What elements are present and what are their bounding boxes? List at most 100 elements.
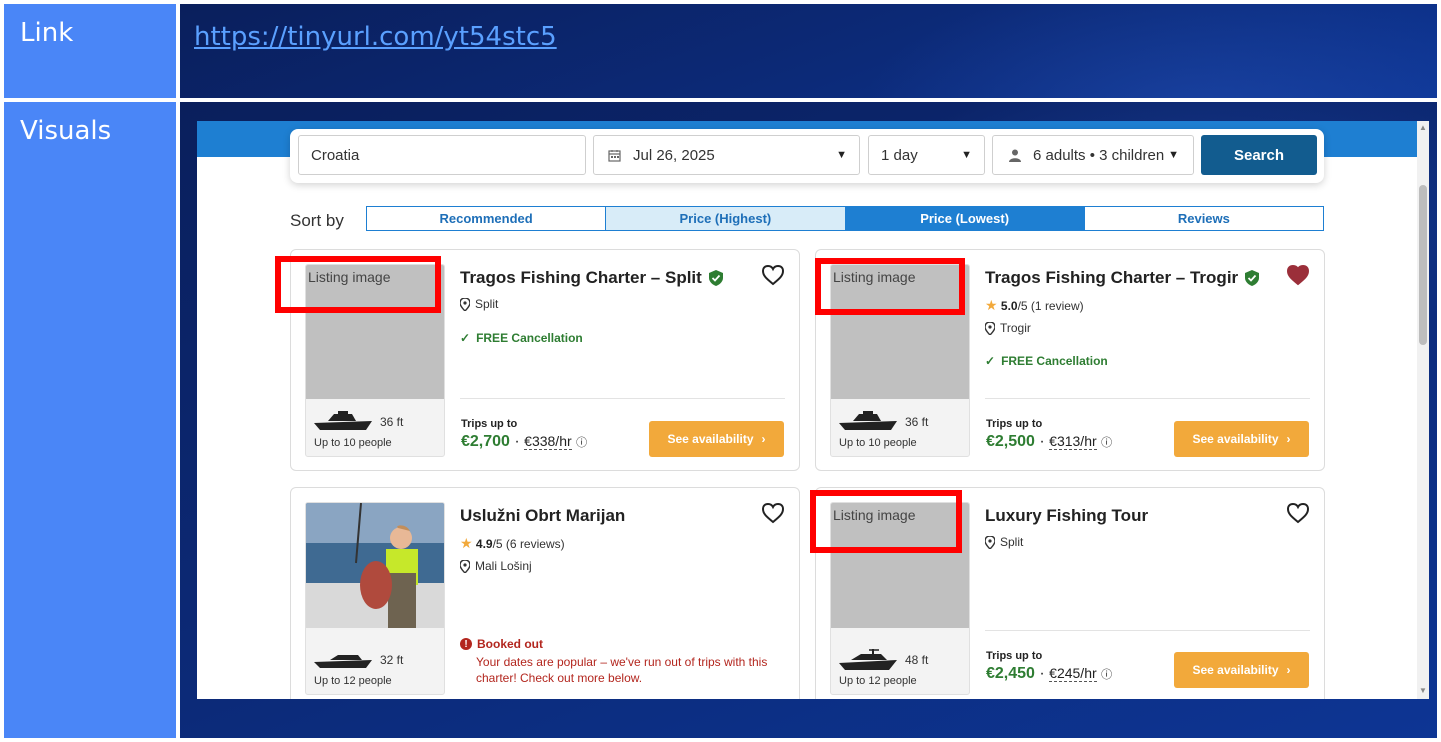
see-availability-button[interactable]: See availability ›: [649, 421, 784, 457]
heart-outline-icon[interactable]: [761, 502, 785, 524]
highlight-box: [275, 256, 441, 313]
boat-icon: [314, 655, 372, 668]
cta-label: See availability: [1192, 432, 1279, 446]
search-button[interactable]: Search: [1201, 135, 1317, 175]
listing-rating: ★ 4.9/5 (6 reviews): [460, 535, 565, 552]
listing-location: Split: [985, 535, 1023, 549]
price-total: €2,500: [986, 433, 1035, 450]
boat-icon: [314, 411, 372, 430]
location-pin-icon: [460, 297, 470, 311]
visuals-label-cell: Visuals: [4, 102, 176, 738]
check-icon: ✓: [985, 354, 996, 368]
chevron-down-icon: ▼: [961, 149, 972, 161]
price-total: €2,450: [986, 665, 1035, 682]
listing-title[interactable]: Tragos Fishing Charter – Trogir: [985, 268, 1260, 288]
embedded-screenshot: Croatia Jul 26, 2025 ▼ 1 day ▼ 6 adults …: [197, 121, 1417, 699]
chevron-down-icon: ▼: [836, 149, 847, 161]
chevron-right-icon: ›: [1286, 663, 1291, 677]
price-line: €2,700 · €338/hr ⓘ: [461, 433, 587, 451]
info-icon[interactable]: ⓘ: [1101, 669, 1112, 681]
duration-select[interactable]: 1 day ▼: [868, 135, 985, 175]
location-text: Mali Lošinj: [475, 559, 532, 573]
boat-capacity: Up to 10 people: [314, 437, 392, 449]
rating-value: 5.0: [1000, 299, 1018, 313]
divider: [985, 398, 1310, 399]
see-availability-button[interactable]: See availability ›: [1174, 652, 1309, 688]
listing-location: Trogir: [985, 321, 1031, 335]
check-icon: ✓: [460, 331, 471, 345]
guests-select[interactable]: 6 adults • 3 children ▼: [992, 135, 1194, 175]
slide: Link https://tinyurl.com/yt54stc5 Visual…: [0, 0, 1441, 742]
listing-thumbnail[interactable]: 32 ft Up to 12 people: [305, 502, 445, 695]
link-label: Link: [20, 18, 74, 48]
heart-outline-icon[interactable]: [1286, 502, 1310, 524]
cta-label: See availability: [1192, 663, 1279, 677]
boat-length: 48 ft: [905, 653, 929, 667]
sort-price-highest[interactable]: Price (Highest): [606, 207, 846, 230]
see-availability-button[interactable]: See availability ›: [1174, 421, 1309, 457]
yacht-icon: [839, 649, 897, 670]
destination-value: Croatia: [311, 146, 360, 164]
sort-price-lowest[interactable]: Price (Lowest): [845, 207, 1085, 230]
listing-location: Split: [460, 297, 498, 311]
date-value: Jul 26, 2025: [633, 146, 715, 164]
fisher-photo: [306, 503, 444, 628]
price-total: €2,700: [461, 433, 510, 450]
booked-out-status: ! Booked out: [460, 637, 543, 651]
listing-title[interactable]: Tragos Fishing Charter – Split: [460, 268, 724, 288]
scroll-thumb[interactable]: [1419, 185, 1427, 345]
location-text: Trogir: [1000, 321, 1031, 335]
verified-shield-icon: [1245, 270, 1260, 286]
listing-title-text: Tragos Fishing Charter – Trogir: [985, 268, 1239, 287]
location-pin-icon: [985, 535, 995, 549]
link-label-cell: Link: [4, 4, 176, 98]
boat-length: 32 ft: [380, 653, 404, 667]
heart-filled-icon[interactable]: [1286, 264, 1310, 286]
info-icon[interactable]: ⓘ: [1101, 437, 1112, 449]
chevron-down-icon: ▼: [1168, 149, 1179, 161]
listing-title[interactable]: Luxury Fishing Tour: [985, 506, 1148, 526]
destination-input[interactable]: Croatia: [298, 135, 586, 175]
boat-length: 36 ft: [380, 415, 404, 429]
cta-label: See availability: [667, 432, 754, 446]
rating-count: /5 (1 review): [1017, 299, 1084, 313]
sort-by-label: Sort by: [290, 211, 344, 230]
verified-shield-icon: [708, 270, 723, 286]
rating-count: /5 (6 reviews): [492, 537, 565, 551]
calendar-icon: [608, 149, 621, 162]
highlight-box: [810, 490, 962, 553]
boat-capacity: Up to 12 people: [839, 675, 917, 687]
listing-title-text: Luxury Fishing Tour: [985, 506, 1149, 525]
location-pin-icon: [985, 321, 995, 335]
scrollbar[interactable]: ▲ ▼: [1417, 121, 1429, 699]
person-icon: [1009, 149, 1021, 162]
scroll-up-arrow-icon[interactable]: ▲: [1419, 123, 1427, 132]
listing-location: Mali Lošinj: [460, 559, 532, 573]
date-picker[interactable]: Jul 26, 2025 ▼: [593, 135, 860, 175]
link-url[interactable]: https://tinyurl.com/yt54stc5: [194, 22, 557, 52]
sort-recommended[interactable]: Recommended: [367, 207, 607, 230]
chevron-right-icon: ›: [1286, 432, 1291, 446]
star-icon: ★: [985, 297, 998, 313]
sort-reviews[interactable]: Reviews: [1085, 207, 1323, 230]
free-cancellation-text: FREE Cancellation: [1001, 354, 1108, 368]
price-line: €2,450 · €245/hr ⓘ: [986, 665, 1112, 683]
boat-capacity: Up to 12 people: [314, 675, 392, 687]
free-cancellation: ✓ FREE Cancellation: [985, 354, 1108, 368]
price-separator: ·: [1034, 433, 1050, 450]
listing-title-text: Uslužni Obrt Marijan: [460, 506, 626, 525]
info-icon[interactable]: ⓘ: [576, 437, 587, 449]
heart-outline-icon[interactable]: [761, 264, 785, 286]
booked-out-message: Your dates are popular – we've run out o…: [476, 655, 768, 685]
star-icon: ★: [460, 535, 473, 551]
price-separator: ·: [509, 433, 525, 450]
location-text: Split: [475, 297, 499, 311]
scroll-down-arrow-icon[interactable]: ▼: [1419, 686, 1427, 695]
boat-capacity: Up to 10 people: [839, 437, 917, 449]
listing-card[interactable]: 32 ft Up to 12 people Uslužni Obrt Marij…: [290, 487, 800, 699]
listing-rating: ★ 5.0/5 (1 review): [985, 297, 1084, 314]
guests-value: 6 adults • 3 children: [1033, 146, 1165, 164]
alert-icon: !: [460, 638, 472, 650]
trips-label: Trips up to: [461, 418, 518, 430]
listing-title[interactable]: Uslužni Obrt Marijan: [460, 506, 625, 526]
